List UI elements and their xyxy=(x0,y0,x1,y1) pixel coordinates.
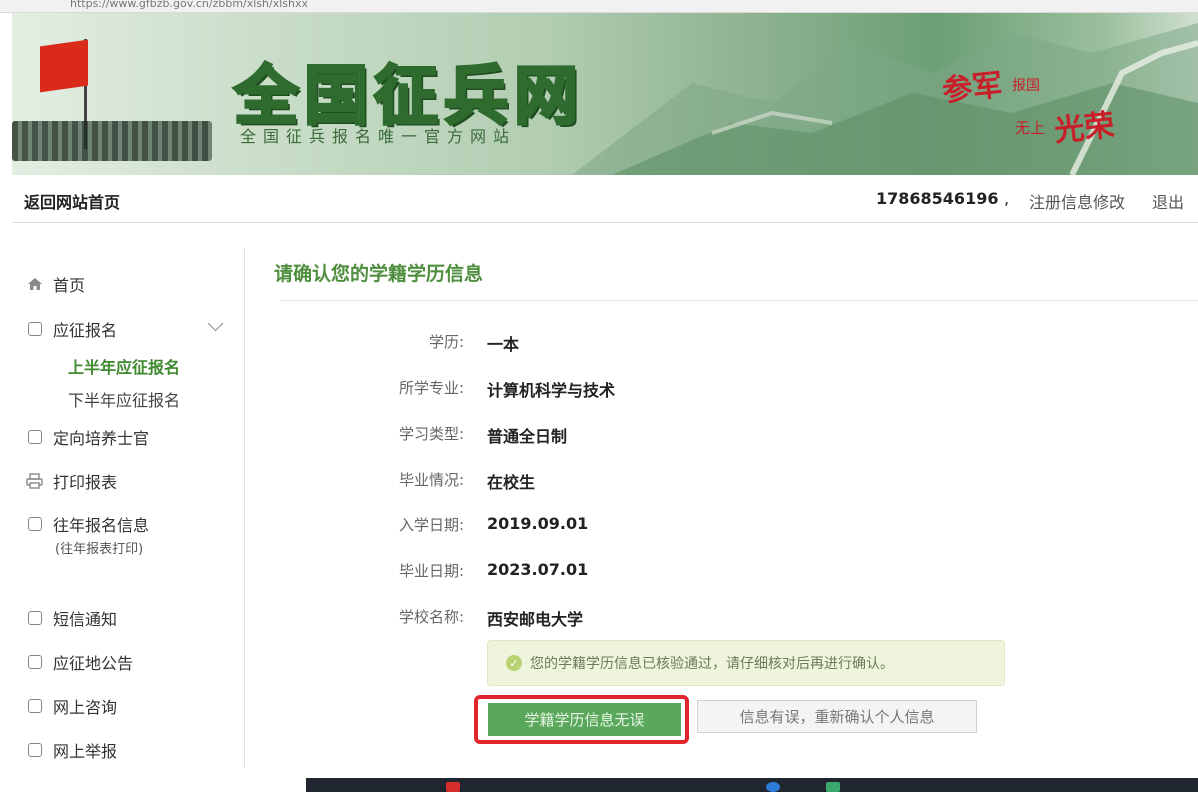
print-icon xyxy=(26,473,43,490)
history-icon xyxy=(26,516,43,533)
title-divider xyxy=(280,300,1198,301)
sidebar-item-notice[interactable]: 应征地公告 xyxy=(26,650,133,674)
site-banner: 全国征兵网 全国征兵报名唯一官方网站 参军 报国 无上 光荣 xyxy=(12,13,1198,175)
red-flag-icon xyxy=(40,39,88,93)
sidebar-item-label: 网上咨询 xyxy=(53,698,118,717)
field-value: 2023.07.01 xyxy=(487,560,589,579)
sidebar-item-print[interactable]: 打印报表 xyxy=(26,469,117,493)
info-incorrect-button[interactable]: 信息有误，重新确认个人信息 xyxy=(697,700,977,733)
user-phone-number: 17868546196 xyxy=(876,189,999,208)
logout-link[interactable]: 退出 xyxy=(1152,189,1184,213)
check-circle-icon: ✓ xyxy=(506,655,522,671)
sidebar-item-consult[interactable]: 网上咨询 xyxy=(26,694,117,718)
app-icon[interactable] xyxy=(766,782,780,792)
consult-icon xyxy=(26,698,43,715)
verification-notice: ✓ 您的学籍学历信息已核验通过，请仔细核对后再进行确认。 xyxy=(487,640,1005,686)
field-label: 学校名称: xyxy=(398,608,464,626)
field-label: 学习类型: xyxy=(398,425,464,443)
slogan-text: 参军 xyxy=(940,67,1005,110)
signup-icon xyxy=(26,321,43,338)
sidebar-item-label: 应征报名 xyxy=(53,321,118,340)
field-label: 毕业情况: xyxy=(398,471,464,489)
field-value: 在校生 xyxy=(487,473,536,492)
field-value: 一本 xyxy=(487,335,520,354)
notice-icon xyxy=(26,654,43,671)
sidebar-item-label: 首页 xyxy=(53,276,86,295)
separator-comma: , xyxy=(1004,189,1010,208)
sidebar-item-report[interactable]: 网上举报 xyxy=(26,738,117,762)
app-icon[interactable] xyxy=(446,782,460,792)
slogan-text: 报国 xyxy=(1012,78,1040,94)
sidebar-item-label: 短信通知 xyxy=(53,610,118,629)
report-icon xyxy=(26,742,43,759)
field-value: 计算机科学与技术 xyxy=(487,381,616,400)
field-label: 所学专业: xyxy=(398,379,464,397)
sidebar-item-home[interactable]: 首页 xyxy=(26,272,85,296)
sidebar-item-label: 打印报表 xyxy=(53,473,118,492)
chevron-down-icon[interactable] xyxy=(207,315,224,332)
sidebar-item-history[interactable]: 往年报名信息 xyxy=(26,512,149,536)
sidebar-item-label: 定向培养士官 xyxy=(53,429,150,448)
sidebar-item-label: 往年报名信息 xyxy=(53,516,150,535)
app-icon[interactable] xyxy=(826,782,840,792)
page-title: 请确认您的学籍学历信息 xyxy=(274,263,484,285)
field-label: 学历: xyxy=(428,333,464,351)
site-logo-subtitle: 全国征兵报名唯一官方网站 xyxy=(240,127,517,146)
sergeant-icon xyxy=(26,429,43,446)
os-taskbar xyxy=(306,778,1198,792)
sidebar-subitem-first-half[interactable]: 上半年应征报名 xyxy=(68,354,180,378)
slogan-text: 无上 xyxy=(1015,119,1046,137)
notice-text: 您的学籍学历信息已核验通过，请仔细核对后再进行确认。 xyxy=(530,656,894,672)
field-value: 2019.09.01 xyxy=(487,514,589,533)
field-value: 西安邮电大学 xyxy=(487,610,584,629)
confirm-info-button[interactable]: 学籍学历信息无误 xyxy=(488,703,681,736)
field-label: 毕业日期: xyxy=(398,562,464,580)
sidebar-subitem-second-half[interactable]: 下半年应征报名 xyxy=(68,387,180,411)
top-nav-bar: 返回网站首页 17868546196 , 注册信息修改 退出 xyxy=(12,176,1198,223)
sidebar-item-sms[interactable]: 短信通知 xyxy=(26,606,117,630)
edit-registration-link[interactable]: 注册信息修改 xyxy=(1029,189,1125,213)
field-value: 普通全日制 xyxy=(487,427,568,446)
return-home-link[interactable]: 返回网站首页 xyxy=(24,189,120,213)
honor-guard-image xyxy=(12,121,212,161)
home-icon xyxy=(26,276,43,293)
browser-address-bar[interactable]: https://www.gfbzb.gov.cn/zbbm/xlsh/xlshx… xyxy=(0,0,1198,13)
sidebar-item-label: 网上举报 xyxy=(53,742,118,761)
slogan-text: 光荣 xyxy=(1052,107,1117,150)
field-label: 入学日期: xyxy=(398,516,464,534)
browser-url[interactable]: https://www.gfbzb.gov.cn/zbbm/xlsh/xlshx… xyxy=(70,0,308,10)
sms-icon xyxy=(26,610,43,627)
history-print-note: (往年报表打印) xyxy=(55,542,144,557)
sidebar-item-signup[interactable]: 应征报名 xyxy=(26,317,117,341)
sidebar-item-label: 应征地公告 xyxy=(53,654,134,673)
sidebar: 首页 应征报名 上半年应征报名 下半年应征报名 定向培养士官 打印报表 往年报名… xyxy=(12,248,245,768)
sidebar-item-sergeant[interactable]: 定向培养士官 xyxy=(26,425,149,449)
